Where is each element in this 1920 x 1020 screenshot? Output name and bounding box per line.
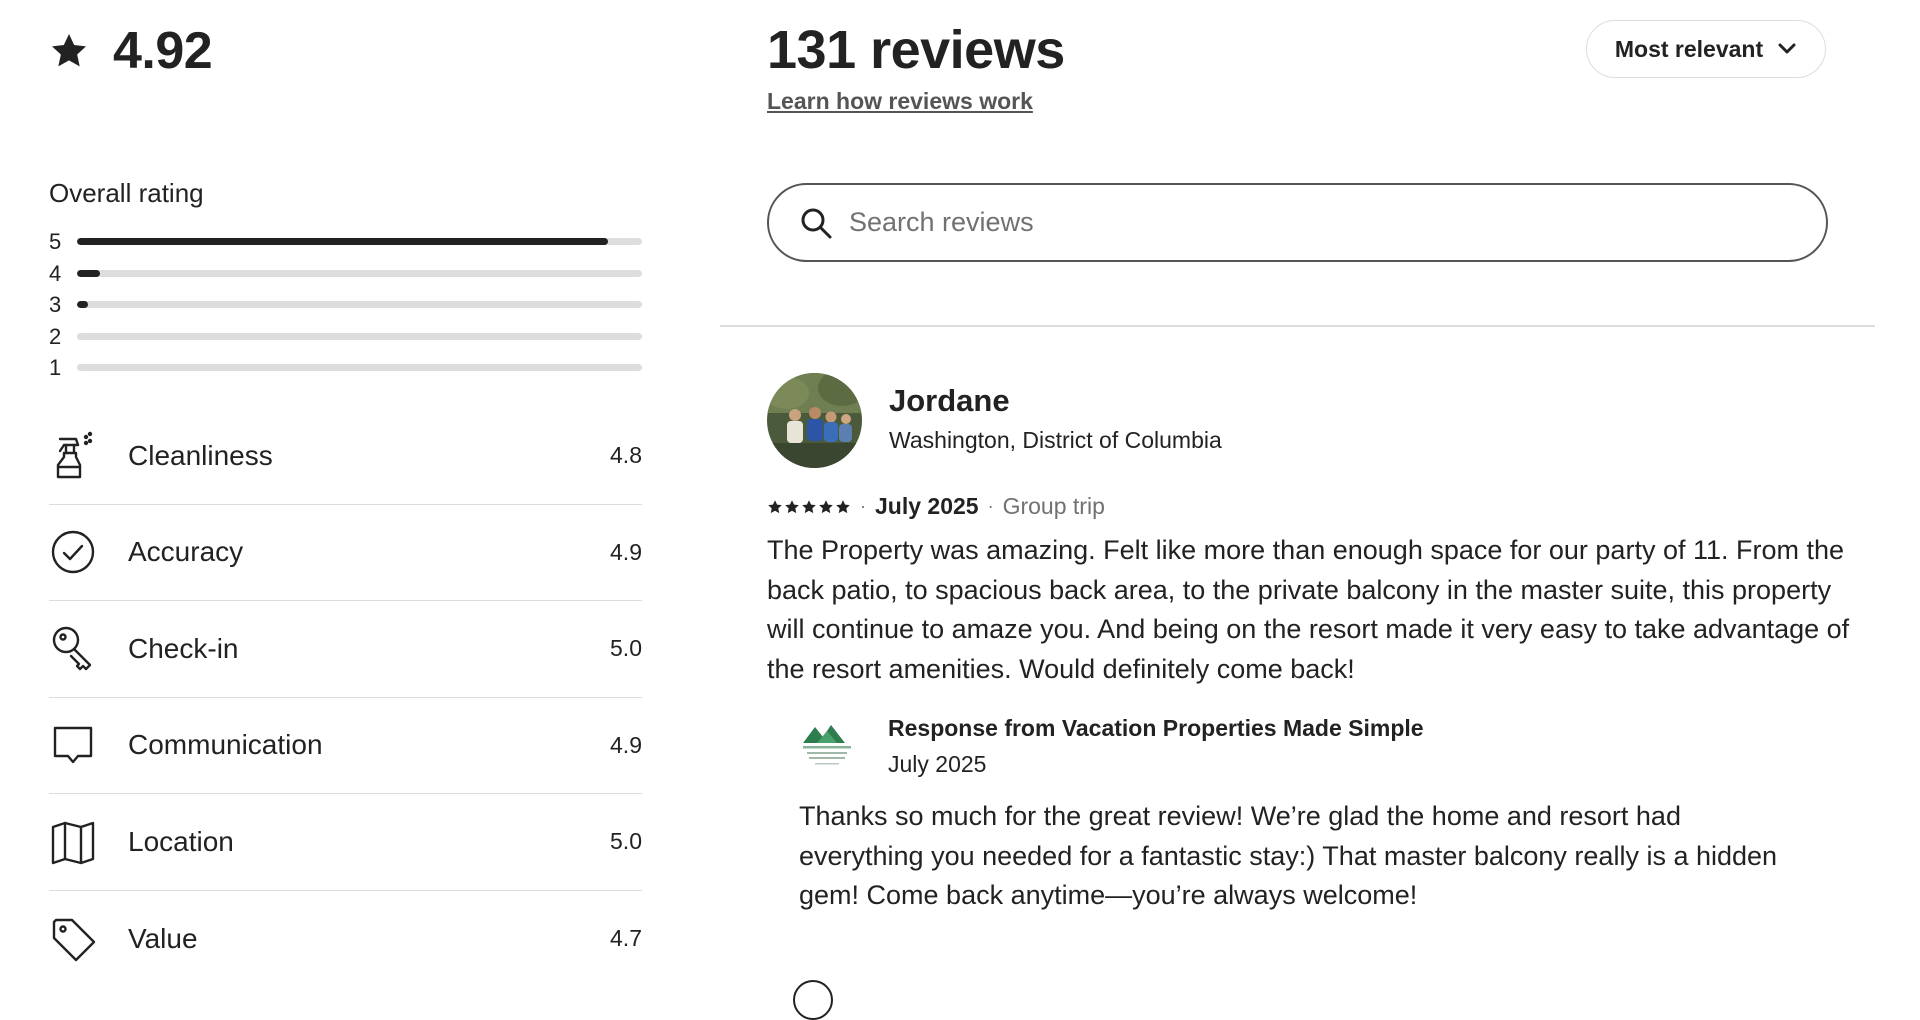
rating-summary: 4.92 Overall rating 5 4 3 2 1 Cleanlines… <box>49 0 642 986</box>
category-value: 4.7 <box>610 925 642 952</box>
star-icon <box>836 499 850 513</box>
check-circle-icon <box>49 526 97 578</box>
category-location: Location 5.0 <box>49 794 642 891</box>
review-date: July 2025 <box>875 493 979 519</box>
learn-how-reviews-work-link[interactable]: Learn how reviews work <box>767 88 1033 115</box>
rating-bar-label: 1 <box>49 355 62 381</box>
spray-bottle-icon <box>49 430 97 482</box>
rating-header: 4.92 <box>49 22 213 80</box>
category-value: 5.0 <box>610 828 642 855</box>
rating-bar-label: 5 <box>49 229 62 255</box>
category-value: 5.0 <box>610 635 642 662</box>
category-value: Value 4.7 <box>49 891 642 988</box>
rating-bar-track <box>77 364 642 372</box>
category-value: 4.9 <box>610 731 642 758</box>
review-stars <box>767 499 851 515</box>
category-value: 4.9 <box>610 538 642 565</box>
category-name: Cleanliness <box>128 439 273 471</box>
trip-type: Group trip <box>1002 493 1105 519</box>
overall-rating-label: Overall rating <box>49 178 204 208</box>
reviewer-location: Washington, District of Columbia <box>889 427 1222 453</box>
review-text: The Property was amazing. Felt like more… <box>767 535 1850 684</box>
category-name: Accuracy <box>128 536 244 568</box>
search-icon <box>801 208 832 238</box>
search-input[interactable] <box>847 206 1826 239</box>
rating-distribution: 5 4 3 2 1 <box>49 226 642 384</box>
reviewer-name: Jordane <box>889 383 1010 418</box>
category-ratings: Cleanliness 4.8 Accuracy 4.9 Check-in 5.… <box>49 408 642 987</box>
response-date: July 2025 <box>888 751 987 777</box>
tag-icon <box>49 913 97 965</box>
category-value: 4.8 <box>610 442 642 469</box>
chevron-down-icon <box>1778 43 1796 54</box>
star-icon <box>785 499 799 513</box>
star-icon <box>52 34 86 67</box>
rating-bar-label: 2 <box>49 323 62 349</box>
rating-bar-row: 3 <box>49 289 642 321</box>
category-check-in: Check-in 5.0 <box>49 601 642 698</box>
host-logo <box>799 715 855 777</box>
star-icon <box>819 499 833 513</box>
response-title: Response from Vacation Properties Made S… <box>888 715 1424 741</box>
sort-label: Most relevant <box>1614 35 1764 62</box>
rating-bar-row: 5 <box>49 226 642 258</box>
category-name: Value <box>128 922 198 954</box>
rating-bar-fill <box>77 301 89 309</box>
rating-bar-track <box>77 238 642 246</box>
rating-bar-track <box>77 269 642 277</box>
rating-bar-label: 3 <box>49 292 62 318</box>
rating-bar-fill <box>77 238 609 246</box>
review-count: 131 reviews <box>767 20 1065 80</box>
map-icon <box>49 816 97 868</box>
overall-score: 4.92 <box>113 22 213 80</box>
category-name: Location <box>128 825 234 857</box>
sort-dropdown[interactable]: Most relevant <box>1586 20 1826 78</box>
chat-bubble-icon <box>49 719 97 771</box>
search-box[interactable] <box>767 183 1828 262</box>
rating-bar-row: 2 <box>49 321 642 353</box>
star-icon <box>802 499 816 513</box>
category-name: Communication <box>128 729 323 761</box>
star-icon <box>768 499 782 513</box>
response-text: Thanks so much for the great review! We’… <box>799 801 1778 910</box>
next-reviewer-avatar[interactable] <box>793 980 833 1020</box>
rating-bar-track <box>77 332 642 340</box>
category-cleanliness: Cleanliness 4.8 <box>49 408 642 505</box>
divider <box>720 325 1875 327</box>
category-accuracy: Accuracy 4.9 <box>49 505 642 601</box>
meta-separator: · <box>860 496 866 516</box>
meta-separator: · <box>987 496 994 516</box>
rating-bar-track <box>77 301 642 309</box>
rating-bar-fill <box>77 269 100 277</box>
reviewer-avatar[interactable] <box>767 373 862 468</box>
review-meta: · July 2025 · Group trip <box>767 493 1105 520</box>
category-name: Check-in <box>128 632 239 664</box>
rating-bar-row: 4 <box>49 258 642 290</box>
category-communication: Communication 4.9 <box>49 698 642 794</box>
rating-bar-label: 4 <box>49 260 62 286</box>
key-icon <box>49 623 97 675</box>
rating-bar-row: 1 <box>49 352 642 384</box>
